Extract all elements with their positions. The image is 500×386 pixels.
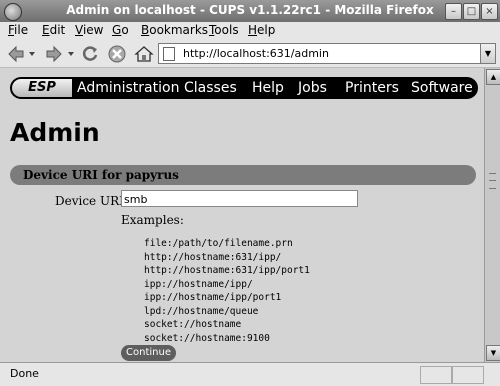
status-cell	[420, 366, 452, 384]
continue-button[interactable]: Continue	[121, 345, 176, 361]
nav-link-software[interactable]: Software	[411, 80, 473, 96]
example-item: socket://hostname	[144, 319, 242, 330]
url-text: http://localhost:631/admin	[183, 47, 329, 60]
stop-icon[interactable]	[107, 44, 127, 64]
scroll-down-icon[interactable]: ▼	[486, 345, 500, 361]
example-item: socket://hostname:9100	[144, 332, 270, 344]
nav-link-administration[interactable]: Administration	[77, 80, 179, 96]
url-bar[interactable]: http://localhost:631/admin	[158, 43, 481, 64]
minimize-icon[interactable]: –	[445, 3, 462, 20]
maximize-icon[interactable]: □	[463, 3, 480, 20]
scroll-up-icon[interactable]: ▲	[486, 69, 500, 85]
nav-link-jobs[interactable]: Jobs	[298, 80, 327, 96]
menu-bar: File Edit View Go Bookmarks Tools Help	[0, 22, 500, 40]
title-bar: Admin on localhost - CUPS v1.1.22rc1 - M…	[0, 0, 500, 23]
back-icon[interactable]	[6, 44, 26, 64]
menu-edit[interactable]: Edit	[42, 23, 65, 37]
reload-icon[interactable]	[80, 44, 100, 64]
nav-link-printers[interactable]: Printers	[345, 80, 399, 96]
url-dropdown-icon[interactable]: ▼	[480, 43, 496, 64]
section-title: Device URI for papyrus	[23, 168, 179, 182]
forward-icon[interactable]	[44, 44, 64, 64]
example-item: http://hostname:631/ipp/port1	[144, 265, 310, 276]
status-text: Done	[10, 367, 39, 380]
menu-view[interactable]: View	[75, 23, 103, 37]
example-item: http://hostname:631/ipp/	[144, 251, 282, 263]
window-title: Admin on localhost - CUPS v1.1.22rc1 - M…	[66, 3, 434, 17]
close-icon[interactable]: ×	[481, 3, 498, 20]
menu-tools[interactable]: Tools	[209, 23, 239, 37]
section-header: Device URI for papyrus	[10, 165, 476, 185]
examples-label: Examples:	[121, 213, 184, 227]
cups-navigation-bar: ESP Administration Classes Help Jobs Pri…	[10, 77, 478, 99]
home-icon[interactable]	[134, 44, 154, 64]
status-cell	[452, 366, 484, 384]
example-item: file:/path/to/filename.prn	[144, 238, 293, 249]
status-bar: Done	[0, 362, 500, 386]
device-uri-label: Device URI:	[55, 194, 128, 208]
example-item: lpd://hostname/queue	[144, 305, 259, 317]
scroll-grip[interactable]	[489, 173, 496, 189]
menu-go[interactable]: Go	[112, 23, 129, 37]
page-content: ESP Administration Classes Help Jobs Pri…	[0, 68, 484, 362]
nav-link-classes[interactable]: Classes	[184, 80, 237, 96]
page-icon	[163, 47, 175, 61]
page-title: Admin	[10, 118, 100, 147]
browser-window: Admin on localhost - CUPS v1.1.22rc1 - M…	[0, 0, 500, 386]
device-uri-input[interactable]: smb	[121, 190, 358, 207]
forward-dropdown-icon[interactable]	[67, 51, 75, 57]
menu-bookmarks[interactable]: Bookmarks	[141, 23, 208, 37]
menu-help[interactable]: Help	[248, 23, 275, 37]
nav-link-help[interactable]: Help	[252, 80, 284, 96]
examples-list: file:/path/to/filename.prn http://hostna…	[144, 237, 310, 345]
vertical-scrollbar[interactable]: ▲ ▼	[484, 68, 500, 362]
back-dropdown-icon[interactable]	[28, 51, 36, 57]
esp-logo[interactable]: ESP	[12, 79, 72, 97]
example-item: ipp://hostname/ipp/port1	[144, 292, 282, 303]
example-item: ipp://hostname/ipp/	[144, 278, 253, 290]
menu-file[interactable]: File	[8, 23, 28, 37]
